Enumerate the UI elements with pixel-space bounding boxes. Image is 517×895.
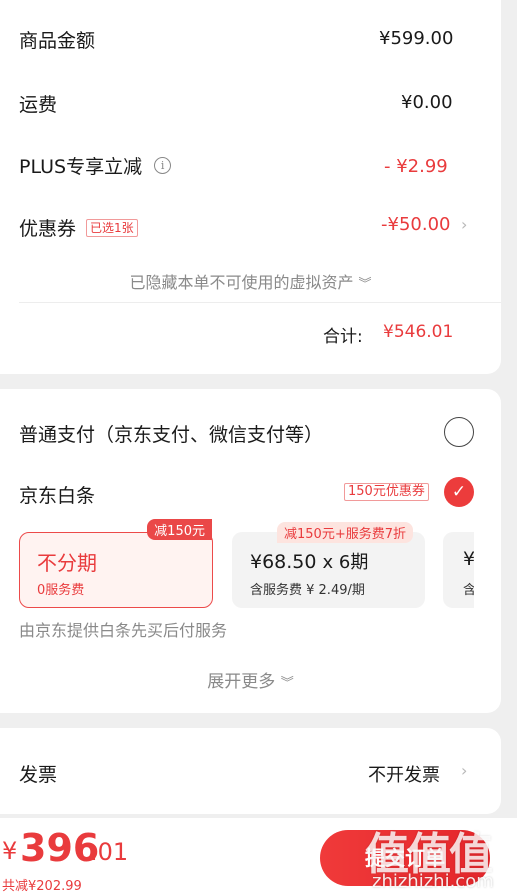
coupon-selected-tag: 已选1张 (86, 218, 138, 237)
installment-plan-none[interactable]: 减150元 不分期 0服务费 (19, 519, 213, 608)
plan-title: 不分期 (37, 551, 97, 575)
expand-more-button[interactable]: 展开更多 ︾ (0, 667, 501, 692)
baitiao-label: 京东白条 (19, 485, 96, 507)
plan-times: x 6期 (322, 552, 369, 573)
plus-discount-label: PLUS专享立减 (19, 156, 143, 178)
hidden-assets-toggle[interactable]: 已隐藏本单不可使用的虚拟资产 ︾ (0, 269, 501, 293)
plan-subtitle: 含 (463, 583, 474, 598)
plan-subtitle: 含服务费 ¥ 2.49/期 (250, 583, 365, 598)
normal-pay-label: 普通支付（京东支付、微信支付等） (19, 424, 324, 446)
goods-amount-label: 商品金额 (19, 30, 96, 52)
invoice-card[interactable]: 发票 不开发票 › (0, 728, 501, 814)
chevron-down-icon: ︾ (280, 676, 294, 691)
plan-amount: ¥68.50 (250, 551, 317, 573)
total-value: ¥546.01 (383, 322, 454, 342)
payment-method-card: 普通支付（京东支付、微信支付等） 京东白条 150元优惠券 ✓ 减150元 不分… (0, 389, 501, 713)
normal-pay-option[interactable]: 普通支付（京东支付、微信支付等） (19, 420, 474, 447)
plan-title: ¥68.50 x 6期 (250, 548, 368, 574)
payable-amount-int: 396 (20, 826, 100, 870)
shipping-value: ¥0.00 (401, 92, 453, 113)
installment-plan-partial[interactable]: ¥ 含 (443, 532, 474, 608)
info-icon[interactable]: i (154, 157, 172, 174)
plan-discount-badge: 减150元 (147, 519, 212, 540)
price-summary-card: 商品金额 ¥599.00 运费 ¥0.00 PLUS专享立减 i - ¥2.99… (0, 0, 501, 374)
total-discount: 共减¥202.99 (2, 879, 82, 894)
expand-more-label: 展开更多 (207, 672, 276, 692)
chevron-down-icon: ︾ (358, 277, 372, 292)
plan-subtitle: 0服务费 (37, 583, 85, 598)
coupon-value[interactable]: -¥50.00 (381, 214, 450, 235)
invoice-label: 发票 (19, 764, 58, 786)
chevron-right-icon[interactable]: › (461, 761, 467, 780)
invoice-value: 不开发票 (368, 765, 440, 786)
coupon-label: 优惠券 (19, 218, 77, 240)
plan-discount-badge: 减150元+服务费7折 (277, 522, 413, 543)
plus-discount-value: - ¥2.99 (384, 156, 448, 177)
hidden-assets-hint: 已隐藏本单不可使用的虚拟资产 (129, 273, 354, 292)
watermark-url: zhizhizhi.com (372, 871, 494, 892)
baitiao-coupon-tag: 150元优惠券 (344, 483, 429, 501)
total-label: 合计: (323, 327, 363, 347)
chevron-right-icon[interactable]: › (461, 215, 467, 234)
goods-amount-value: ¥599.00 (379, 28, 454, 49)
normal-pay-radio[interactable] (444, 417, 474, 447)
baitiao-radio-checked[interactable]: ✓ (444, 477, 474, 507)
checkout-bar: ¥ 396 .01 共减¥202.99 提交订单 值值值 zhizhizhi.c… (0, 818, 517, 895)
plan-title: ¥ (463, 548, 474, 570)
checkmark-icon: ✓ (451, 482, 467, 502)
installment-plan-6[interactable]: 减150元+服务费7折 ¥68.50 x 6期 含服务费 ¥ 2.49/期 (232, 522, 425, 608)
baitiao-provider-note: 由京东提供白条先买后付服务 (19, 621, 228, 640)
currency-symbol: ¥ (2, 837, 18, 865)
payable-amount-dec: .01 (90, 838, 129, 866)
shipping-label: 运费 (19, 94, 58, 116)
divider (19, 302, 501, 303)
